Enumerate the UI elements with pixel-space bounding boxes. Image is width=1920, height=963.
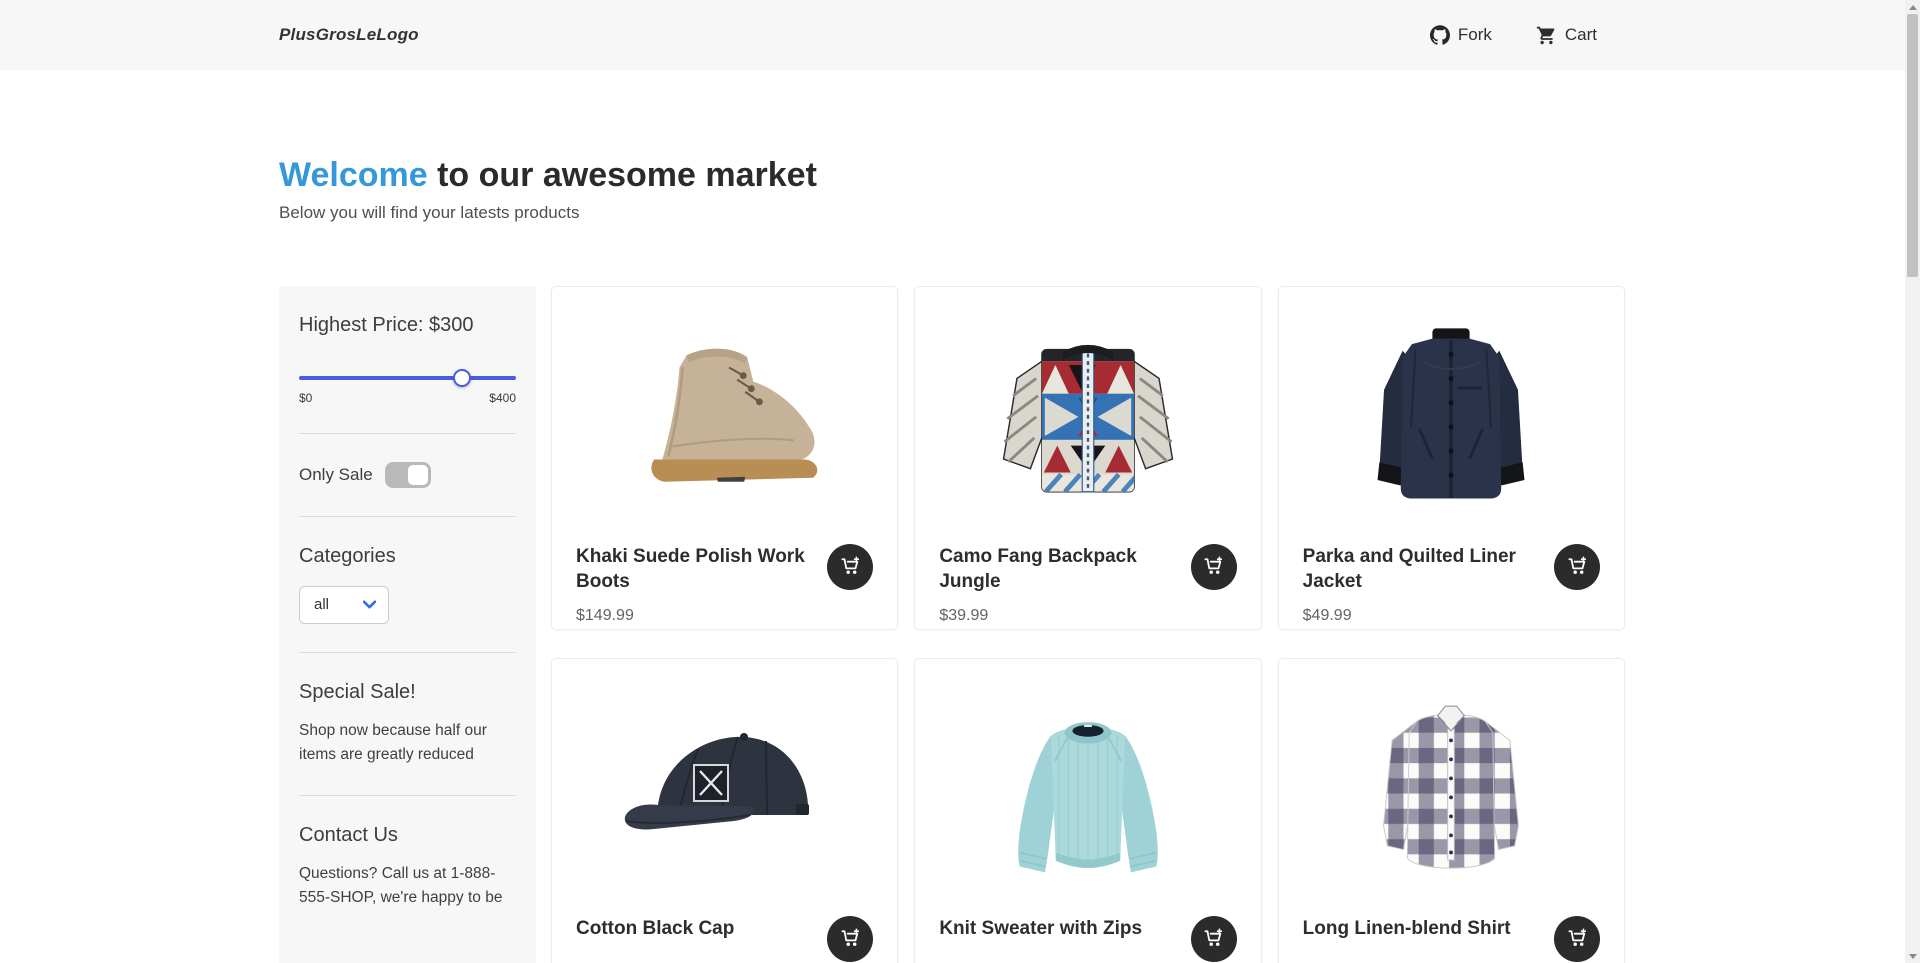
- page-scrollbar: [1905, 0, 1920, 963]
- product-image-camo-jacket: [939, 311, 1236, 516]
- product-image-black-cap: [576, 683, 873, 888]
- add-to-cart-button[interactable]: [1191, 544, 1237, 590]
- divider: [299, 652, 516, 653]
- add-to-cart-button[interactable]: [1554, 916, 1600, 962]
- cart-plus-icon: [1202, 554, 1225, 580]
- product-title: Cotton Black Cap: [576, 916, 815, 942]
- nav-fork-link[interactable]: Fork: [1430, 25, 1492, 45]
- price-slider: [299, 369, 516, 387]
- cart-plus-icon: [839, 926, 862, 952]
- only-sale-toggle[interactable]: [385, 462, 431, 488]
- toggle-knob: [408, 465, 428, 485]
- product-title: Long Linen-blend Shirt: [1303, 916, 1542, 942]
- nav-cart-label: Cart: [1565, 25, 1597, 45]
- add-to-cart-button[interactable]: [827, 544, 873, 590]
- nav-cart-link[interactable]: Cart: [1536, 25, 1597, 46]
- filters-sidebar: Highest Price: $300 $0 $400 Only Sale Ca…: [279, 286, 536, 963]
- special-sale-heading: Special Sale!: [299, 681, 516, 704]
- product-card: Cotton Black Cap $12.99: [551, 658, 898, 963]
- categories-selected-value: all: [314, 596, 329, 613]
- github-icon: [1430, 25, 1450, 45]
- product-grid: Khaki Suede Polish Work Boots $149.99: [551, 286, 1625, 963]
- contact-us-text: Questions? Call us at 1-888-555-SHOP, we…: [299, 862, 516, 910]
- product-image-parka-jacket: [1303, 311, 1600, 516]
- product-card: Khaki Suede Polish Work Boots $149.99: [551, 286, 898, 630]
- product-image-knit-sweater: [939, 683, 1236, 888]
- add-to-cart-button[interactable]: [827, 916, 873, 962]
- product-image-plaid-shirt: [1303, 683, 1600, 888]
- only-sale-label: Only Sale: [299, 465, 373, 485]
- special-sale-text: Shop now because half our items are grea…: [299, 719, 516, 767]
- cart-plus-icon: [839, 554, 862, 580]
- only-sale-row: Only Sale: [299, 462, 516, 488]
- scrollbar-down-arrow[interactable]: [1905, 949, 1920, 963]
- product-title: Parka and Quilted Liner Jacket: [1303, 544, 1542, 595]
- product-title: Knit Sweater with Zips: [939, 916, 1178, 942]
- scrollbar-thumb[interactable]: [1907, 14, 1918, 277]
- add-to-cart-button[interactable]: [1191, 916, 1237, 962]
- highest-price-label: Highest Price: $300: [299, 314, 516, 337]
- cart-plus-icon: [1566, 926, 1589, 952]
- product-image-khaki-boots: [576, 311, 873, 516]
- cart-plus-icon: [1566, 554, 1589, 580]
- cart-plus-icon: [1202, 926, 1225, 952]
- scrollbar-up-arrow[interactable]: [1905, 0, 1920, 14]
- categories-heading: Categories: [299, 545, 516, 568]
- product-title: Camo Fang Backpack Jungle: [939, 544, 1178, 595]
- nav-links: Fork Cart: [1430, 25, 1625, 46]
- product-price: $39.99: [939, 607, 1236, 625]
- product-card: Knit Sweater with Zips $29.99: [914, 658, 1261, 963]
- product-card: Long Linen-blend Shirt $18.99: [1278, 658, 1625, 963]
- nav-fork-label: Fork: [1458, 25, 1492, 45]
- price-slider-labels: $0 $400: [299, 391, 516, 405]
- categories-select[interactable]: all: [299, 586, 389, 624]
- hero: Welcome to our awesome market Below you …: [279, 155, 1625, 223]
- cart-icon: [1536, 25, 1557, 46]
- product-price: $49.99: [1303, 607, 1600, 625]
- product-title: Khaki Suede Polish Work Boots: [576, 544, 815, 595]
- price-slider-rail[interactable]: [299, 376, 516, 380]
- price-min-label: $0: [299, 391, 312, 405]
- add-to-cart-button[interactable]: [1554, 544, 1600, 590]
- page-title-rest: to our awesome market: [437, 156, 817, 194]
- page-subtitle: Below you will find your latests product…: [279, 203, 1625, 223]
- brand-logo[interactable]: PlusGrosLeLogo: [279, 25, 419, 45]
- contact-us-heading: Contact Us: [299, 824, 516, 847]
- page-title-highlight: Welcome: [279, 156, 428, 194]
- price-max-label: $400: [489, 391, 516, 405]
- product-price: $149.99: [576, 607, 873, 625]
- chevron-down-icon: [363, 596, 376, 613]
- divider: [299, 433, 516, 434]
- product-card: Camo Fang Backpack Jungle $39.99: [914, 286, 1261, 630]
- divider: [299, 795, 516, 796]
- divider: [299, 516, 516, 517]
- product-card: Parka and Quilted Liner Jacket $49.99: [1278, 286, 1625, 630]
- price-slider-thumb[interactable]: [453, 369, 471, 387]
- navbar: PlusGrosLeLogo Fork Cart: [0, 0, 1920, 70]
- page-title: Welcome to our awesome market: [279, 155, 1625, 196]
